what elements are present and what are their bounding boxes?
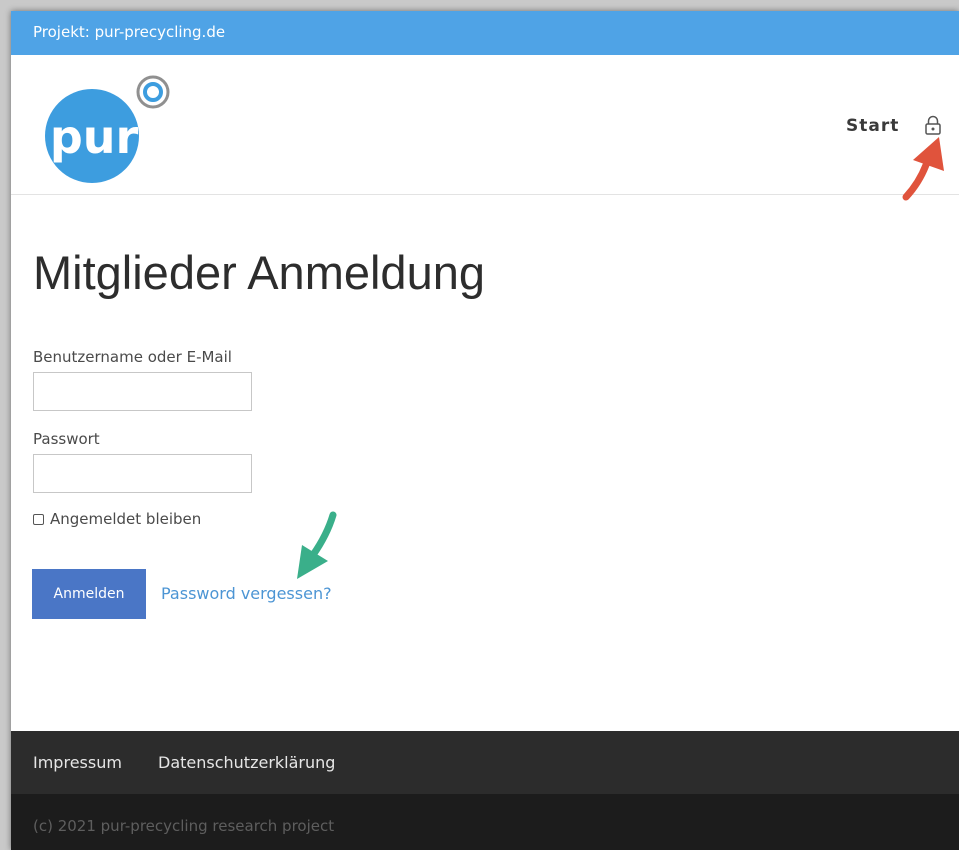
green-annotation-arrow bbox=[297, 511, 337, 579]
remember-label: Angemeldet bleiben bbox=[50, 510, 202, 528]
footer-nav: Impressum Datenschutzerklärung bbox=[11, 731, 959, 794]
logo-text: pur bbox=[50, 110, 139, 164]
lock-icon[interactable] bbox=[924, 115, 942, 135]
login-button[interactable]: Anmelden bbox=[32, 569, 146, 619]
project-label: Projekt: pur-precycling.de bbox=[33, 23, 226, 41]
remember-checkbox[interactable] bbox=[33, 514, 44, 525]
footer-copyright-bar: (c) 2021 pur-precycling research project bbox=[11, 794, 959, 850]
copyright-text: (c) 2021 pur-precycling research project bbox=[33, 817, 335, 835]
username-label: Benutzername oder E-Mail bbox=[33, 348, 232, 366]
browser-page: Projekt: pur-precycling.de pur Start Mit… bbox=[11, 11, 959, 850]
red-annotation-arrow bbox=[902, 137, 944, 201]
site-header: pur Start bbox=[11, 55, 959, 201]
logo-inner-ring bbox=[143, 82, 163, 102]
forgot-password-link[interactable]: Password vergessen? bbox=[161, 584, 332, 603]
username-input[interactable] bbox=[33, 372, 252, 411]
footer-datenschutz-link[interactable]: Datenschutzerklärung bbox=[158, 753, 335, 772]
password-label: Passwort bbox=[33, 430, 100, 448]
password-input[interactable] bbox=[33, 454, 252, 493]
logo-outer-ring bbox=[136, 75, 170, 109]
remember-me[interactable]: Angemeldet bleiben bbox=[33, 510, 201, 528]
project-topbar: Projekt: pur-precycling.de bbox=[11, 11, 959, 55]
footer-impressum-link[interactable]: Impressum bbox=[33, 753, 122, 772]
page-title: Mitglieder Anmeldung bbox=[33, 246, 485, 299]
nav-start-link[interactable]: Start bbox=[846, 116, 899, 136]
pur-logo[interactable]: pur bbox=[45, 71, 173, 187]
